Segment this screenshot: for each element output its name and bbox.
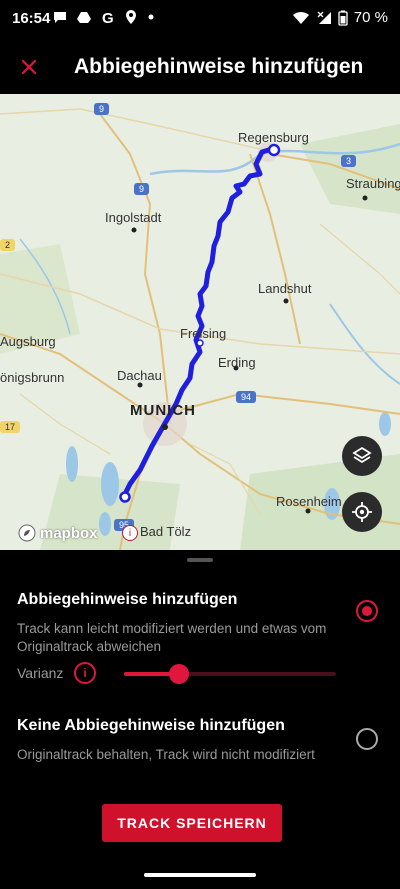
varianz-info-button[interactable]: i: [74, 662, 96, 684]
map-label-konigsbrunn: önigsbrunn: [0, 370, 65, 385]
map-view[interactable]: Regensburg Straubing Ingolstadt Landshut…: [0, 94, 400, 550]
option-add-turn-hints-description: Track kann leicht modifiziert werden und…: [17, 621, 327, 654]
drag-handle[interactable]: [187, 558, 213, 562]
option-no-turn-hints-title[interactable]: Keine Abbiegehinweise hinzufügen: [17, 717, 285, 735]
wifi-icon: [292, 11, 309, 24]
mapbox-logo[interactable]: mapbox: [18, 524, 98, 542]
battery-percent: 70 %: [353, 9, 388, 26]
crosshair-icon: [352, 502, 372, 522]
battery-icon: [338, 10, 348, 26]
map-label-landshut: Landshut: [258, 281, 312, 296]
location-icon: [126, 10, 136, 24]
road-badge-9: 9: [134, 183, 150, 195]
bottom-sheet: Abbiegehinweise hinzufügen Track kann le…: [0, 550, 400, 889]
mapbox-icon: [18, 524, 36, 542]
map-label-freising: Freising: [180, 326, 227, 341]
home-indicator[interactable]: [144, 873, 256, 877]
info-icon: i: [83, 666, 87, 680]
close-icon: [21, 59, 37, 75]
map-label-ingolstadt: Ingolstadt: [105, 210, 162, 225]
map-base: [0, 94, 400, 550]
map-label-munich: MUNICH: [130, 402, 196, 419]
map-label-erding: Erding: [218, 355, 256, 370]
close-button[interactable]: [14, 52, 44, 82]
map-label-augsburg: Augsburg: [0, 334, 56, 349]
google-icon: G: [102, 10, 114, 25]
status-notification-icons: G: [52, 9, 156, 25]
info-icon: i: [128, 527, 132, 539]
varianz-slider-thumb[interactable]: [169, 664, 190, 684]
layers-icon: [352, 446, 372, 464]
map-label-bad-tolz: Bad Tölz: [140, 524, 192, 539]
route-start-marker: [267, 143, 281, 157]
locate-me-button[interactable]: [342, 492, 382, 532]
map-label-rosenheim: Rosenheim: [276, 494, 342, 509]
save-track-button[interactable]: TRACK SPEICHERN: [102, 804, 282, 842]
status-bar: 16:54 G 70 %: [0, 0, 400, 38]
message-icon: [54, 12, 66, 23]
radio-add-turn-hints[interactable]: [356, 600, 378, 622]
varianz-label: Varianz: [17, 665, 64, 681]
road-badge-9: 9: [94, 103, 110, 115]
map-label-dachau: Dachau: [117, 368, 162, 383]
route-end-marker: [119, 491, 131, 503]
map-layers-button[interactable]: [342, 436, 382, 476]
page-title: Abbiegehinweise hinzufügen: [74, 55, 364, 78]
road-badge-2: 2: [0, 239, 16, 251]
svg-text:G: G: [102, 10, 114, 25]
signal-icon: [317, 11, 331, 24]
road-badge-3: 3: [341, 155, 357, 167]
dot-icon: [148, 14, 154, 20]
varianz-slider[interactable]: [124, 664, 336, 684]
mapbox-attribution: mapbox: [40, 524, 98, 542]
status-system-icons: 70 %: [292, 9, 388, 26]
radio-no-turn-hints[interactable]: [356, 728, 378, 750]
option-no-turn-hints-description: Originaltrack behalten, Track wird nicht…: [17, 747, 315, 762]
road-badge-94: 94: [236, 391, 257, 403]
map-info-button[interactable]: i: [122, 525, 138, 541]
map-label-regensburg: Regensburg: [238, 130, 309, 145]
option-add-turn-hints-title[interactable]: Abbiegehinweise hinzufügen: [17, 591, 237, 609]
map-label-straubing: Straubing: [346, 176, 400, 191]
app-bar: Abbiegehinweise hinzufügen: [0, 38, 400, 94]
status-time: 16:54: [12, 10, 51, 27]
road-badge-17: 17: [0, 421, 21, 433]
drive-icon: [77, 12, 91, 23]
